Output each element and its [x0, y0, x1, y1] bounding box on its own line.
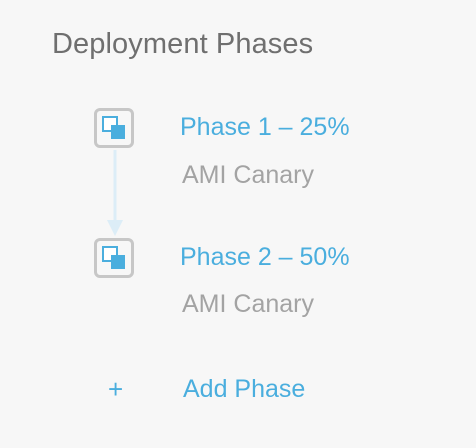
- phase-subtitle: AMI Canary: [182, 290, 314, 318]
- panel-title: Deployment Phases: [52, 28, 314, 60]
- phase-copy-icon[interactable]: [94, 108, 134, 148]
- phase-subtitle: AMI Canary: [182, 161, 314, 189]
- phase-name-link[interactable]: Phase 2 – 50%: [180, 243, 350, 272]
- phase-connector-arrow: [107, 150, 123, 236]
- add-phase-button[interactable]: + Add Phase: [108, 372, 328, 406]
- plus-icon[interactable]: +: [108, 372, 123, 406]
- add-phase-label[interactable]: Add Phase: [183, 372, 305, 406]
- phase-copy-icon[interactable]: [94, 238, 134, 278]
- phase-name-link[interactable]: Phase 1 – 25%: [180, 113, 350, 142]
